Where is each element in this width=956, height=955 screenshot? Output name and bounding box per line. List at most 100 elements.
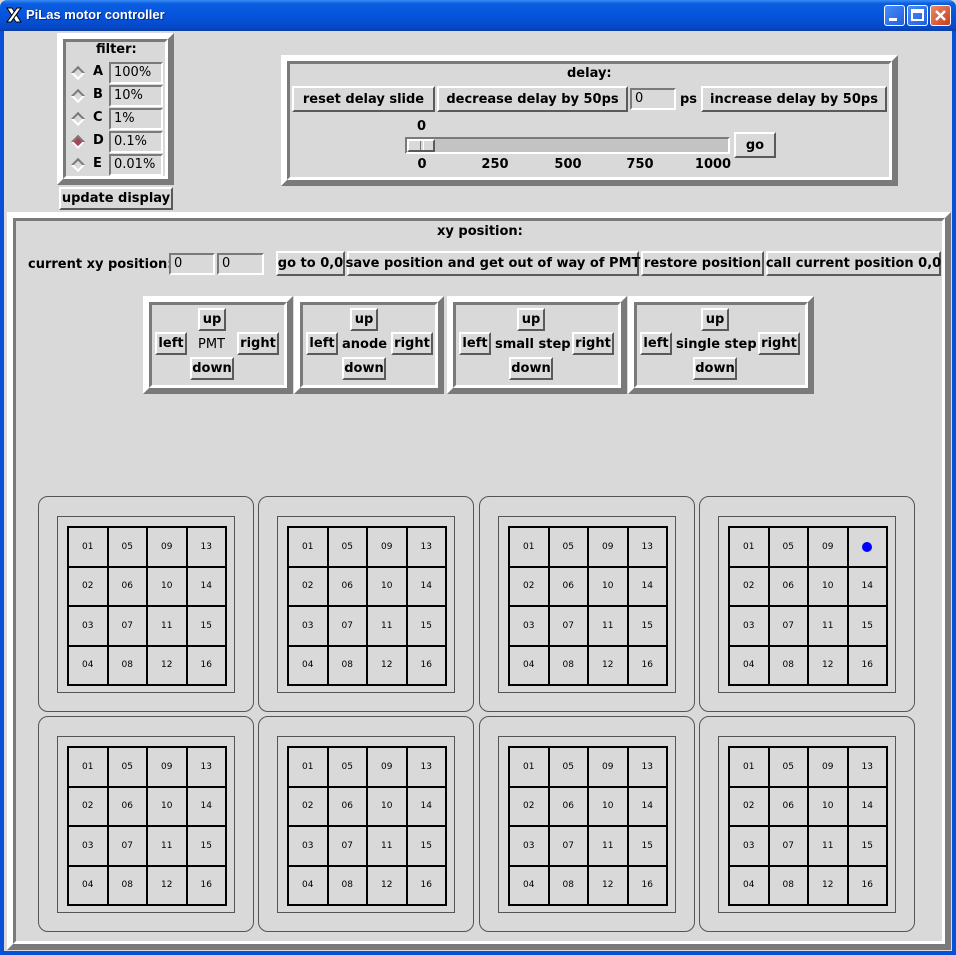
pmt-cell[interactable]: 01 [68,527,108,567]
restore-position-button[interactable]: restore position [641,251,764,276]
pmt-cell[interactable]: 13 [406,527,446,567]
pmt-cell[interactable]: 16 [186,865,226,905]
pmt-cell[interactable]: 13 [627,747,667,787]
filter-value-e[interactable]: 0.01% [109,154,163,176]
small-step-down-button[interactable]: down [509,357,553,380]
pmt-cell[interactable]: 16 [847,645,887,685]
pmt-cell[interactable]: 08 [548,645,588,685]
pmt-cell[interactable]: 11 [588,826,628,866]
update-display-button[interactable]: update display [59,187,173,210]
pmt-cell[interactable]: 04 [729,645,769,685]
maximize-button[interactable] [907,5,928,26]
delay-value-input[interactable]: 0 [630,88,676,110]
pmt-cell[interactable]: 10 [367,786,407,826]
pmt-cell[interactable]: 15 [627,826,667,866]
pmt-cell[interactable]: 01 [729,527,769,567]
pmt-cell[interactable]: 09 [367,527,407,567]
pmt-cell[interactable]: 10 [367,566,407,606]
pmt-cell[interactable]: 12 [367,865,407,905]
pmt-cell[interactable]: 10 [588,786,628,826]
pmt-cell[interactable]: 14 [186,566,226,606]
pmt-cell[interactable]: 02 [729,566,769,606]
minimize-button[interactable] [884,5,905,26]
pmt-cell[interactable]: 05 [107,747,147,787]
pmt-cell[interactable]: 13 [406,747,446,787]
pmt-cell[interactable]: 10 [808,566,848,606]
small-step-up-button[interactable]: up [517,308,545,331]
pmt-cell[interactable]: 12 [147,865,187,905]
pmt-down-button[interactable]: down [190,357,234,380]
pmt-cell[interactable]: 09 [808,747,848,787]
pmt-cell[interactable]: 11 [808,826,848,866]
pmt-cell[interactable]: 14 [847,786,887,826]
pmt-cell[interactable]: 10 [588,566,628,606]
pmt-cell[interactable]: 14 [186,786,226,826]
pmt-cell[interactable]: 12 [147,645,187,685]
anode-left-button[interactable]: left [306,332,338,355]
pmt-cell[interactable]: 02 [288,786,328,826]
pmt-cell[interactable]: 11 [147,826,187,866]
pmt-cell[interactable]: 02 [68,786,108,826]
pmt-cell[interactable]: 03 [68,826,108,866]
reset-delay-button[interactable]: reset delay slide [292,86,435,112]
pmt-cell[interactable]: 15 [186,606,226,646]
pmt-cell[interactable]: 03 [509,606,549,646]
pmt-cell[interactable]: 02 [68,566,108,606]
pmt-cell[interactable]: 05 [327,527,367,567]
save-position-button[interactable]: save position and get out of way of PMT [346,251,640,276]
pmt-cell[interactable]: 08 [327,865,367,905]
pmt-cell[interactable]: 03 [288,606,328,646]
pmt-cell[interactable]: 15 [847,606,887,646]
go-button[interactable]: go [734,132,776,158]
single-step-up-button[interactable]: up [701,308,729,331]
pmt-cell[interactable]: 06 [548,566,588,606]
pmt-cell[interactable]: 06 [548,786,588,826]
pmt-cell[interactable]: 03 [288,826,328,866]
pmt-cell[interactable]: 01 [288,527,328,567]
pmt-cell[interactable]: 13 [186,527,226,567]
pmt-cell[interactable]: 05 [548,747,588,787]
pmt-cell[interactable]: 13 [627,527,667,567]
anode-down-button[interactable]: down [342,357,386,380]
pmt-cell[interactable]: 11 [808,606,848,646]
pmt-cell[interactable]: 15 [406,826,446,866]
pmt-cell[interactable]: 06 [768,566,808,606]
pmt-cell[interactable]: 13 [847,747,887,787]
increase-delay-button[interactable]: increase delay by 50ps [701,86,887,112]
pmt-cell[interactable]: 09 [588,747,628,787]
pmt-cell[interactable]: 08 [548,865,588,905]
pmt-up-button[interactable]: up [198,308,226,331]
pmt-cell[interactable]: 03 [68,606,108,646]
pmt-cell[interactable]: 07 [768,606,808,646]
pmt-cell[interactable]: 16 [406,645,446,685]
pmt-cell[interactable]: 15 [847,826,887,866]
pmt-cell[interactable]: 07 [107,826,147,866]
pmt-cell[interactable]: 05 [548,527,588,567]
pmt-cell[interactable]: 11 [367,826,407,866]
pmt-cell[interactable]: 08 [107,645,147,685]
pmt-cell[interactable]: 04 [509,865,549,905]
anode-up-button[interactable]: up [350,308,378,331]
pmt-cell[interactable]: 14 [406,566,446,606]
pmt-cell[interactable]: 11 [147,606,187,646]
pmt-cell[interactable]: 09 [147,527,187,567]
pmt-cell[interactable]: 08 [768,645,808,685]
pmt-cell[interactable]: 01 [288,747,328,787]
delay-slider-thumb[interactable] [407,139,435,152]
pmt-cell[interactable]: 04 [288,645,328,685]
pmt-cell[interactable]: 11 [367,606,407,646]
pmt-cell[interactable]: 04 [729,865,769,905]
pmt-cell[interactable]: 08 [107,865,147,905]
anode-right-button[interactable]: right [391,332,433,355]
small-step-left-button[interactable]: left [459,332,491,355]
x-position-input[interactable]: 0 [169,253,215,275]
pmt-cell[interactable]: 12 [588,865,628,905]
y-position-input[interactable]: 0 [217,253,264,275]
pmt-cell[interactable]: 08 [768,865,808,905]
pmt-cell[interactable]: 09 [147,747,187,787]
pmt-cell[interactable]: 05 [768,527,808,567]
pmt-cell[interactable]: 15 [186,826,226,866]
filter-value-d[interactable]: 0.1% [109,131,163,153]
pmt-cell[interactable]: 13 [186,747,226,787]
pmt-cell[interactable]: 06 [107,566,147,606]
